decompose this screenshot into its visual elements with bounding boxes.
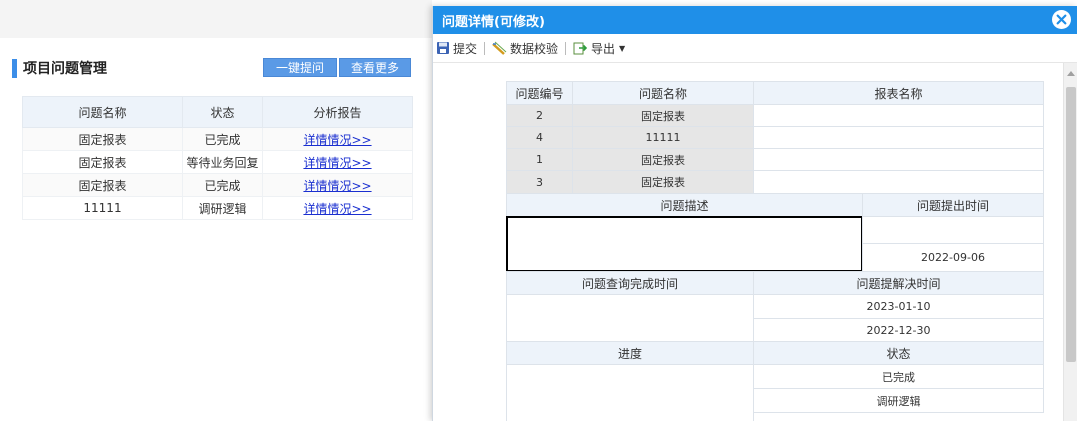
progress-header: 进度 <box>506 341 754 365</box>
table-row: 11111 调研逻辑 详情情况>> <box>22 196 413 220</box>
dialog-toolbar: 提交 数据校验 导出 ▼ <box>433 34 1077 63</box>
cell-status: 调研逻辑 <box>182 196 263 220</box>
cell-status: 已完成 <box>182 127 263 151</box>
grid-cell-report[interactable] <box>753 148 1044 171</box>
grid-cell-name[interactable]: 固定报表 <box>572 170 754 194</box>
status-cell[interactable]: 已完成 <box>753 364 1044 389</box>
export-label: 导出 <box>591 41 616 56</box>
detail-link[interactable]: 详情情况>> <box>303 133 371 147</box>
title-accent-bar <box>12 58 17 78</box>
grid-header-name: 问题名称 <box>572 81 754 105</box>
col-header-report: 分析报告 <box>262 96 413 128</box>
table-row: 固定报表 等待业务回复 详情情况>> <box>22 150 413 174</box>
status-header: 状态 <box>753 341 1044 365</box>
submit-time-empty[interactable] <box>862 216 1044 244</box>
quick-submit-button[interactable]: 一键提问 <box>263 58 337 77</box>
grid-cell-report[interactable] <box>753 104 1044 127</box>
grid-cell-name[interactable]: 11111 <box>572 126 754 149</box>
query-done-header: 问题查询完成时间 <box>506 271 754 295</box>
grid-cell-report[interactable] <box>753 170 1044 194</box>
grid-cell-id[interactable]: 4 <box>506 126 573 149</box>
desc-input[interactable] <box>506 216 863 272</box>
dialog-scrollbar[interactable] <box>1063 63 1077 421</box>
detail-link[interactable]: 详情情况>> <box>303 156 371 170</box>
grid-header-id: 问题编号 <box>506 81 573 105</box>
dialog-header: 问题详情(可修改) <box>433 6 1077 34</box>
cell-status: 已完成 <box>182 173 263 197</box>
query-done-cell[interactable] <box>506 294 754 342</box>
ruler-pencil-icon <box>492 41 507 55</box>
grid-cell-report[interactable] <box>753 126 1044 149</box>
grid-cell-name[interactable]: 固定报表 <box>572 148 754 171</box>
issue-detail-dialog: 问题详情(可修改) 提交 数据校验 导出 ▼ 问题编号 问题名称 报表名称 2 … <box>432 6 1077 421</box>
grid-cell-name[interactable]: 固定报表 <box>572 104 754 127</box>
grid-header-report: 报表名称 <box>753 81 1044 105</box>
table-row: 固定报表 已完成 详情情况>> <box>22 173 413 197</box>
cell-name: 固定报表 <box>22 127 183 151</box>
page-title-area: 项目问题管理 <box>12 58 107 78</box>
cell-name: 固定报表 <box>22 173 183 197</box>
chevron-down-icon: ▼ <box>619 43 626 53</box>
progress-cell[interactable] <box>506 364 754 421</box>
grid-cell-id[interactable]: 1 <box>506 148 573 171</box>
submit-label: 提交 <box>453 41 478 56</box>
submit-time-cell[interactable]: 2022-09-06 <box>862 243 1044 272</box>
validate-button[interactable]: 数据校验 <box>492 40 558 57</box>
submit-button[interactable]: 提交 <box>436 40 477 57</box>
grid-cell-id[interactable]: 3 <box>506 170 573 194</box>
export-icon <box>573 42 588 55</box>
resolve-time-header: 问题提解决时间 <box>753 271 1044 295</box>
export-button[interactable]: 导出 ▼ <box>573 40 625 57</box>
cell-status: 等待业务回复 <box>182 150 263 174</box>
desc-header: 问题描述 <box>506 193 863 217</box>
cell-name: 11111 <box>22 196 183 220</box>
scroll-thumb[interactable] <box>1066 87 1076 362</box>
close-icon[interactable] <box>1052 10 1071 29</box>
resolve-time-cell[interactable]: 2023-01-10 <box>753 294 1044 319</box>
table-row: 固定报表 已完成 详情情况>> <box>22 127 413 151</box>
scroll-up-icon[interactable] <box>1067 71 1075 76</box>
toolbar-divider <box>565 41 567 55</box>
see-more-button[interactable]: 查看更多 <box>339 58 411 77</box>
resolve-time-cell[interactable]: 2022-12-30 <box>753 318 1044 342</box>
issue-table: 问题名称 状态 分析报告 固定报表 已完成 详情情况>> 固定报表 等待业务回复… <box>22 96 413 220</box>
col-header-status: 状态 <box>182 96 263 128</box>
dialog-body: 问题编号 问题名称 报表名称 2 固定报表 4 11111 1 固定报表 3 固… <box>433 63 1063 421</box>
page-title: 项目问题管理 <box>23 61 107 77</box>
save-icon <box>437 42 449 54</box>
submit-time-header: 问题提出时间 <box>862 193 1044 217</box>
col-header-name: 问题名称 <box>22 96 183 128</box>
table-header-row: 问题名称 状态 分析报告 <box>22 96 413 128</box>
validate-label: 数据校验 <box>510 41 559 56</box>
status-cell[interactable]: 调研逻辑 <box>753 388 1044 413</box>
top-strip <box>0 0 432 38</box>
detail-link[interactable]: 详情情况>> <box>303 202 371 216</box>
dialog-title: 问题详情(可修改) <box>442 14 545 30</box>
detail-link[interactable]: 详情情况>> <box>303 179 371 193</box>
cell-name: 固定报表 <box>22 150 183 174</box>
action-buttons: 一键提问 查看更多 <box>263 58 411 77</box>
toolbar-divider <box>484 41 486 55</box>
grid-cell-id[interactable]: 2 <box>506 104 573 127</box>
